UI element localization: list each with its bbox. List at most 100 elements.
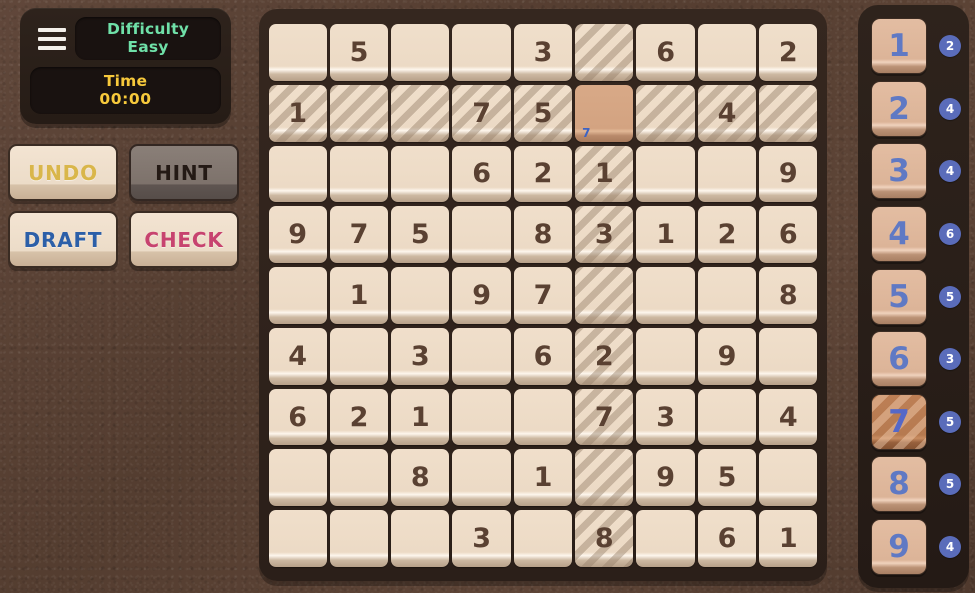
sudoku-cell-r9c9[interactable]: 1 xyxy=(759,510,818,567)
sudoku-cell-r5c9[interactable]: 8 xyxy=(759,267,818,324)
sudoku-cell-r6c2[interactable] xyxy=(329,327,389,385)
sudoku-cell-r3c7[interactable] xyxy=(636,145,695,203)
sudoku-cell-r2c5[interactable]: 5 xyxy=(513,84,573,142)
sudoku-cell-r6c7[interactable] xyxy=(636,327,695,385)
sudoku-cell-r9c3[interactable] xyxy=(391,510,450,567)
sudoku-cell-r4c4[interactable] xyxy=(452,206,511,264)
sudoku-cell-r5c1[interactable] xyxy=(268,267,327,324)
sudoku-cell-r3c5[interactable]: 2 xyxy=(513,145,573,203)
numpad-button-8[interactable]: 8 xyxy=(871,456,927,513)
sudoku-cell-r1c2[interactable]: 5 xyxy=(329,24,389,81)
sudoku-cell-r6c8[interactable]: 9 xyxy=(697,327,757,385)
sudoku-cell-r5c4[interactable]: 9 xyxy=(452,267,511,324)
draft-button[interactable]: DRAFT xyxy=(8,211,118,268)
numpad-button-6[interactable]: 6 xyxy=(871,331,927,388)
sudoku-cell-r7c8[interactable] xyxy=(697,388,757,446)
sudoku-cell-r9c6[interactable]: 8 xyxy=(575,510,634,567)
sudoku-cell-r1c6[interactable] xyxy=(575,24,634,81)
numpad-button-5[interactable]: 5 xyxy=(871,268,927,325)
sudoku-cell-r7c6[interactable]: 7 xyxy=(575,388,634,446)
sudoku-cell-r7c9[interactable]: 4 xyxy=(759,388,818,446)
sudoku-cell-r9c7[interactable] xyxy=(636,510,695,567)
sudoku-cell-r8c2[interactable] xyxy=(329,449,389,507)
sudoku-cell-r8c7[interactable]: 9 xyxy=(636,449,695,507)
sudoku-cell-r3c2[interactable] xyxy=(329,145,389,203)
sudoku-cell-r4c8[interactable]: 2 xyxy=(697,206,757,264)
numpad-button-7[interactable]: 7 xyxy=(871,393,927,450)
numpad-button-3[interactable]: 3 xyxy=(871,143,927,200)
sudoku-cell-r8c1[interactable] xyxy=(268,449,327,507)
sudoku-cell-r5c6[interactable] xyxy=(575,267,634,324)
sudoku-cell-r8c8[interactable]: 5 xyxy=(697,449,757,507)
sudoku-cell-r2c6[interactable]: 7 xyxy=(575,84,634,142)
sudoku-cell-r4c6[interactable]: 3 xyxy=(575,206,634,264)
status-panel-top-row: Difficulty Easy xyxy=(30,17,221,60)
numpad-button-1[interactable]: 1 xyxy=(871,18,927,74)
sudoku-cell-r4c5[interactable]: 8 xyxy=(513,206,573,264)
sudoku-cell-r8c4[interactable] xyxy=(452,449,511,507)
sudoku-cell-r1c3[interactable] xyxy=(391,24,450,81)
numpad-button-9[interactable]: 9 xyxy=(871,519,927,575)
sudoku-cell-r1c7[interactable]: 6 xyxy=(636,24,695,81)
sudoku-cell-r2c9[interactable] xyxy=(759,84,818,142)
sudoku-cell-r4c3[interactable]: 5 xyxy=(391,206,450,264)
sudoku-cell-r7c3[interactable]: 1 xyxy=(391,388,450,446)
sudoku-cell-r7c5[interactable] xyxy=(513,388,573,446)
sudoku-cell-r6c1[interactable]: 4 xyxy=(268,327,327,385)
sudoku-cell-r3c8[interactable] xyxy=(697,145,757,203)
sudoku-cell-r7c4[interactable] xyxy=(452,388,511,446)
sudoku-grid[interactable]: 5 3 6 2 1 7 5 7 4 6 2 1 9 9 7 5 8 3 1 2 6 1 9 7 8 4 3 6 2 9 6 2 1 7 3 4 8 1 9 5… xyxy=(267,22,819,569)
sudoku-cell-r6c4[interactable] xyxy=(452,327,511,385)
sudoku-cell-r2c7[interactable] xyxy=(636,84,695,142)
sudoku-cell-r6c6[interactable]: 2 xyxy=(575,327,634,385)
sudoku-cell-r1c1[interactable] xyxy=(268,24,327,81)
sudoku-cell-r4c7[interactable]: 1 xyxy=(636,206,695,264)
cell-value: 6 xyxy=(472,158,492,190)
sudoku-cell-r8c3[interactable]: 8 xyxy=(391,449,450,507)
sudoku-cell-r8c6[interactable] xyxy=(575,449,634,507)
sudoku-cell-r2c2[interactable] xyxy=(329,84,389,142)
sudoku-cell-r3c6[interactable]: 1 xyxy=(575,145,634,203)
sudoku-cell-r4c2[interactable]: 7 xyxy=(329,206,389,264)
sudoku-cell-r7c1[interactable]: 6 xyxy=(268,388,327,446)
sudoku-cell-r5c5[interactable]: 7 xyxy=(513,267,573,324)
sudoku-cell-r1c8[interactable] xyxy=(697,24,757,81)
sudoku-cell-r9c5[interactable] xyxy=(513,510,573,567)
sudoku-cell-r2c4[interactable]: 7 xyxy=(452,84,511,142)
sudoku-cell-r5c3[interactable] xyxy=(391,267,450,324)
sudoku-cell-r8c5[interactable]: 1 xyxy=(513,449,573,507)
sudoku-cell-r9c8[interactable]: 6 xyxy=(697,510,757,567)
sudoku-cell-r2c3[interactable] xyxy=(391,84,450,142)
numpad-button-4[interactable]: 4 xyxy=(871,205,927,262)
sudoku-cell-r5c2[interactable]: 1 xyxy=(329,267,389,324)
sudoku-cell-r1c4[interactable] xyxy=(452,24,511,81)
sudoku-cell-r2c1[interactable]: 1 xyxy=(268,84,327,142)
sudoku-cell-r1c9[interactable]: 2 xyxy=(759,24,818,81)
sudoku-cell-r6c9[interactable] xyxy=(759,327,818,385)
numpad-button-2[interactable]: 2 xyxy=(871,80,927,137)
sudoku-cell-r2c8[interactable]: 4 xyxy=(697,84,757,142)
cell-value: 3 xyxy=(410,340,430,372)
sudoku-cell-r3c4[interactable]: 6 xyxy=(452,145,511,203)
difficulty-display[interactable]: Difficulty Easy xyxy=(75,17,221,60)
sudoku-cell-r5c7[interactable] xyxy=(636,267,695,324)
sudoku-cell-r7c7[interactable]: 3 xyxy=(636,388,695,446)
sudoku-cell-r4c1[interactable]: 9 xyxy=(268,206,327,264)
sudoku-cell-r1c5[interactable]: 3 xyxy=(513,24,573,81)
sudoku-cell-r5c8[interactable] xyxy=(697,267,757,324)
sudoku-cell-r6c5[interactable]: 6 xyxy=(513,327,573,385)
sudoku-cell-r9c2[interactable] xyxy=(329,510,389,567)
sudoku-cell-r3c9[interactable]: 9 xyxy=(759,145,818,203)
sudoku-cell-r9c4[interactable]: 3 xyxy=(452,510,511,567)
sudoku-cell-r7c2[interactable]: 2 xyxy=(329,388,389,446)
numpad-remaining-badge-6: 3 xyxy=(939,348,961,371)
check-button[interactable]: CHECK xyxy=(129,211,239,268)
sudoku-cell-r3c3[interactable] xyxy=(391,145,450,203)
sudoku-cell-r6c3[interactable]: 3 xyxy=(391,327,450,385)
sudoku-cell-r9c1[interactable] xyxy=(268,510,327,567)
sudoku-cell-r3c1[interactable] xyxy=(268,145,327,203)
undo-button[interactable]: UNDO xyxy=(8,144,118,201)
sudoku-cell-r4c9[interactable]: 6 xyxy=(759,206,818,264)
hamburger-menu-icon[interactable] xyxy=(32,22,72,56)
sudoku-cell-r8c9[interactable] xyxy=(759,449,818,507)
